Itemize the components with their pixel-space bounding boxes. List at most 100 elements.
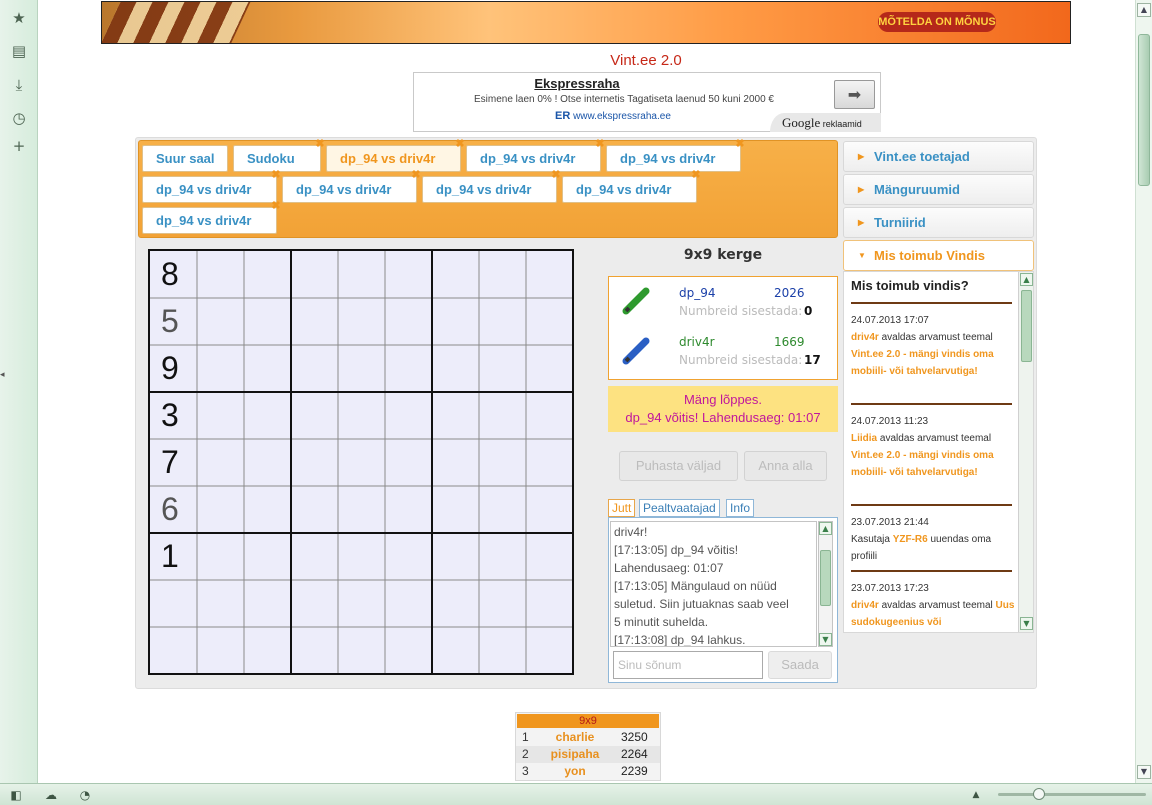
sidebar-item-whats-happening[interactable]: ▼ Mis toimub Vindis [843,240,1034,271]
difficulty-label: 9x9 kerge [683,247,763,263]
player-link[interactable]: yon [536,763,614,780]
ad-url-row[interactable]: ER www.ekspressraha.ee [555,110,671,122]
page-scrollbar[interactable]: ▲ ▼ [1135,0,1152,783]
news-list[interactable]: Mis toimub vindis? 24.07.2013 17:07 driv… [844,272,1018,632]
chat-log[interactable]: driv4r! [17:13:05] dp_94 võitis! Lahendu… [610,521,817,647]
sudoku-board[interactable]: 8 5 9 3 7 6 1 [148,249,574,675]
scroll-down-icon[interactable]: ▼ [819,633,832,646]
close-icon[interactable]: ✖ [734,138,746,150]
scroll-down-icon[interactable]: ▼ [1137,765,1151,779]
close-icon[interactable]: ✖ [410,169,422,181]
scroll-up-icon[interactable]: ▲ [819,522,832,535]
close-icon[interactable]: ✖ [454,138,466,150]
sudoku-cell[interactable]: 7 [150,439,197,486]
banner-slogan: MÕTELDA ON MÕNUS [878,12,996,32]
tab-label: Sudoku [247,151,295,166]
ad-logo: ER [555,110,571,122]
tab-sudoku[interactable]: Sudoku ✖ [233,138,325,172]
ad-description: Esimene laen 0% ! Otse internetis Tagati… [473,94,774,105]
zoom-slider[interactable] [998,793,1146,796]
ad-go-button[interactable]: ➡ [834,80,875,109]
news-user-link[interactable]: driv4r [851,600,879,611]
sidebar-item-rooms[interactable]: ▶ Mänguruumid [843,174,1034,205]
history-icon[interactable]: ◷ [9,108,29,128]
chevron-down-icon: ▼ [858,251,866,260]
tab-suur-saal[interactable]: Suur saal [142,145,228,172]
tab-chat[interactable]: Jutt [608,499,636,517]
ad-box[interactable]: Ekspressraha Esimene laen 0% ! Otse inte… [413,72,881,132]
pencil-icon [622,287,650,315]
sudoku-cell[interactable]: 8 [150,251,197,298]
cloud-icon[interactable]: ☁ [43,787,59,803]
scroll-up-icon[interactable]: ▲ [1020,273,1033,286]
player-link[interactable]: charlie [536,729,614,746]
news-title: Mis toimub vindis? [851,278,969,293]
sudoku-cell[interactable]: 3 [150,392,197,439]
chat-message-input[interactable] [613,651,763,679]
tab-game-active[interactable]: dp_94 vs driv4r ✖ [326,138,465,172]
tab-game[interactable]: dp_94 vs driv4r ✖ [606,138,745,172]
send-button[interactable]: Saada [768,651,832,679]
scrollbar-thumb[interactable] [1138,34,1150,186]
close-icon[interactable]: ✖ [314,138,326,150]
player-link[interactable]: pisipaha [536,746,614,763]
tab-label: dp_94 vs driv4r [156,213,252,228]
tab-info[interactable]: Info [726,499,755,517]
close-icon[interactable]: ✖ [594,138,606,150]
scroll-down-icon[interactable]: ▼ [1020,617,1033,630]
sudoku-cell[interactable]: 6 [150,486,197,533]
zoom-menu-icon[interactable]: ▲ [968,787,984,803]
ad-title[interactable]: Ekspressraha [414,76,740,91]
close-icon[interactable]: ✖ [270,169,282,181]
google-brand: Google [782,115,821,130]
plus-icon[interactable]: + [9,136,29,156]
tab-game[interactable]: dp_94 vs driv4r ✖ [282,169,421,203]
speed-icon[interactable]: ◔ [77,787,93,803]
close-icon[interactable]: ✖ [550,169,562,181]
resign-button[interactable]: Anna alla [744,451,827,481]
star-icon[interactable]: ★ [9,8,29,28]
note-icon[interactable]: ▤ [9,41,29,61]
google-ads-label: reklaamid [822,119,862,129]
tab-game[interactable]: dp_94 vs driv4r ✖ [466,138,605,172]
pencil-icon [622,337,650,365]
news-user-link[interactable]: YZF-R6 [893,534,928,545]
numbers-label: Numbreid sisestada: [679,353,803,367]
numbers-count: 17 [804,353,821,367]
ad-url[interactable]: www.ekspressraha.ee [573,111,671,122]
sidebar-item-tournaments[interactable]: ▶ Turniirid [843,207,1034,238]
zoom-slider-knob[interactable] [1033,788,1045,800]
chat-scrollbar[interactable]: ▲ ▼ [818,521,833,647]
sudoku-cell[interactable]: 9 [150,345,197,392]
sudoku-cell[interactable]: 5 [150,298,197,345]
news-user-link[interactable]: Liidia [851,433,877,444]
clear-fields-button[interactable]: Puhasta väljad [619,451,738,481]
news-topic-link[interactable]: Vint.ee 2.0 - mängi vindis oma mobiili- … [851,450,994,478]
download-icon[interactable]: ⤓ [9,75,29,95]
tab-game[interactable]: dp_94 vs driv4r ✖ [562,169,701,203]
close-icon[interactable]: ✖ [690,169,702,181]
tab-game[interactable]: dp_94 vs driv4r ✖ [422,169,561,203]
leaderboard: 9x9 1 charlie 3250 2 pisipaha 2264 3 yon… [515,712,661,781]
close-icon[interactable]: ✖ [270,200,282,212]
news-user-link[interactable]: driv4r [851,332,879,343]
panel-icon[interactable]: ◧ [8,787,24,803]
tab-game[interactable]: dp_94 vs driv4r ✖ [142,169,281,203]
sudoku-cell[interactable]: 1 [150,533,197,580]
tab-spectators[interactable]: Pealtvaatajad [639,499,720,517]
ad-google-label[interactable]: Google reklaamid [770,113,881,132]
player-name[interactable]: driv4r [679,335,715,349]
chevron-right-icon: ▶ [858,218,865,227]
scroll-up-icon[interactable]: ▲ [1137,3,1151,17]
news-scrollbar[interactable]: ▲ ▼ [1018,272,1033,632]
scrollbar-thumb[interactable] [1021,290,1032,362]
scrollbar-thumb[interactable] [820,550,831,606]
tab-label: dp_94 vs driv4r [296,182,392,197]
player-name[interactable]: dp_94 [679,286,716,300]
sidebar-item-supporters[interactable]: ▶ Vint.ee toetajad [843,141,1034,172]
site-banner[interactable]: MÕTELDA ON MÕNUS [101,1,1071,44]
tab-game[interactable]: dp_94 vs driv4r ✖ [142,200,281,234]
news-time: 24.07.2013 17:07 [851,315,929,326]
collapse-sidebar-icon[interactable]: ◂ [0,368,8,382]
news-topic-link[interactable]: Vint.ee 2.0 - mängi vindis oma mobiili- … [851,349,994,377]
